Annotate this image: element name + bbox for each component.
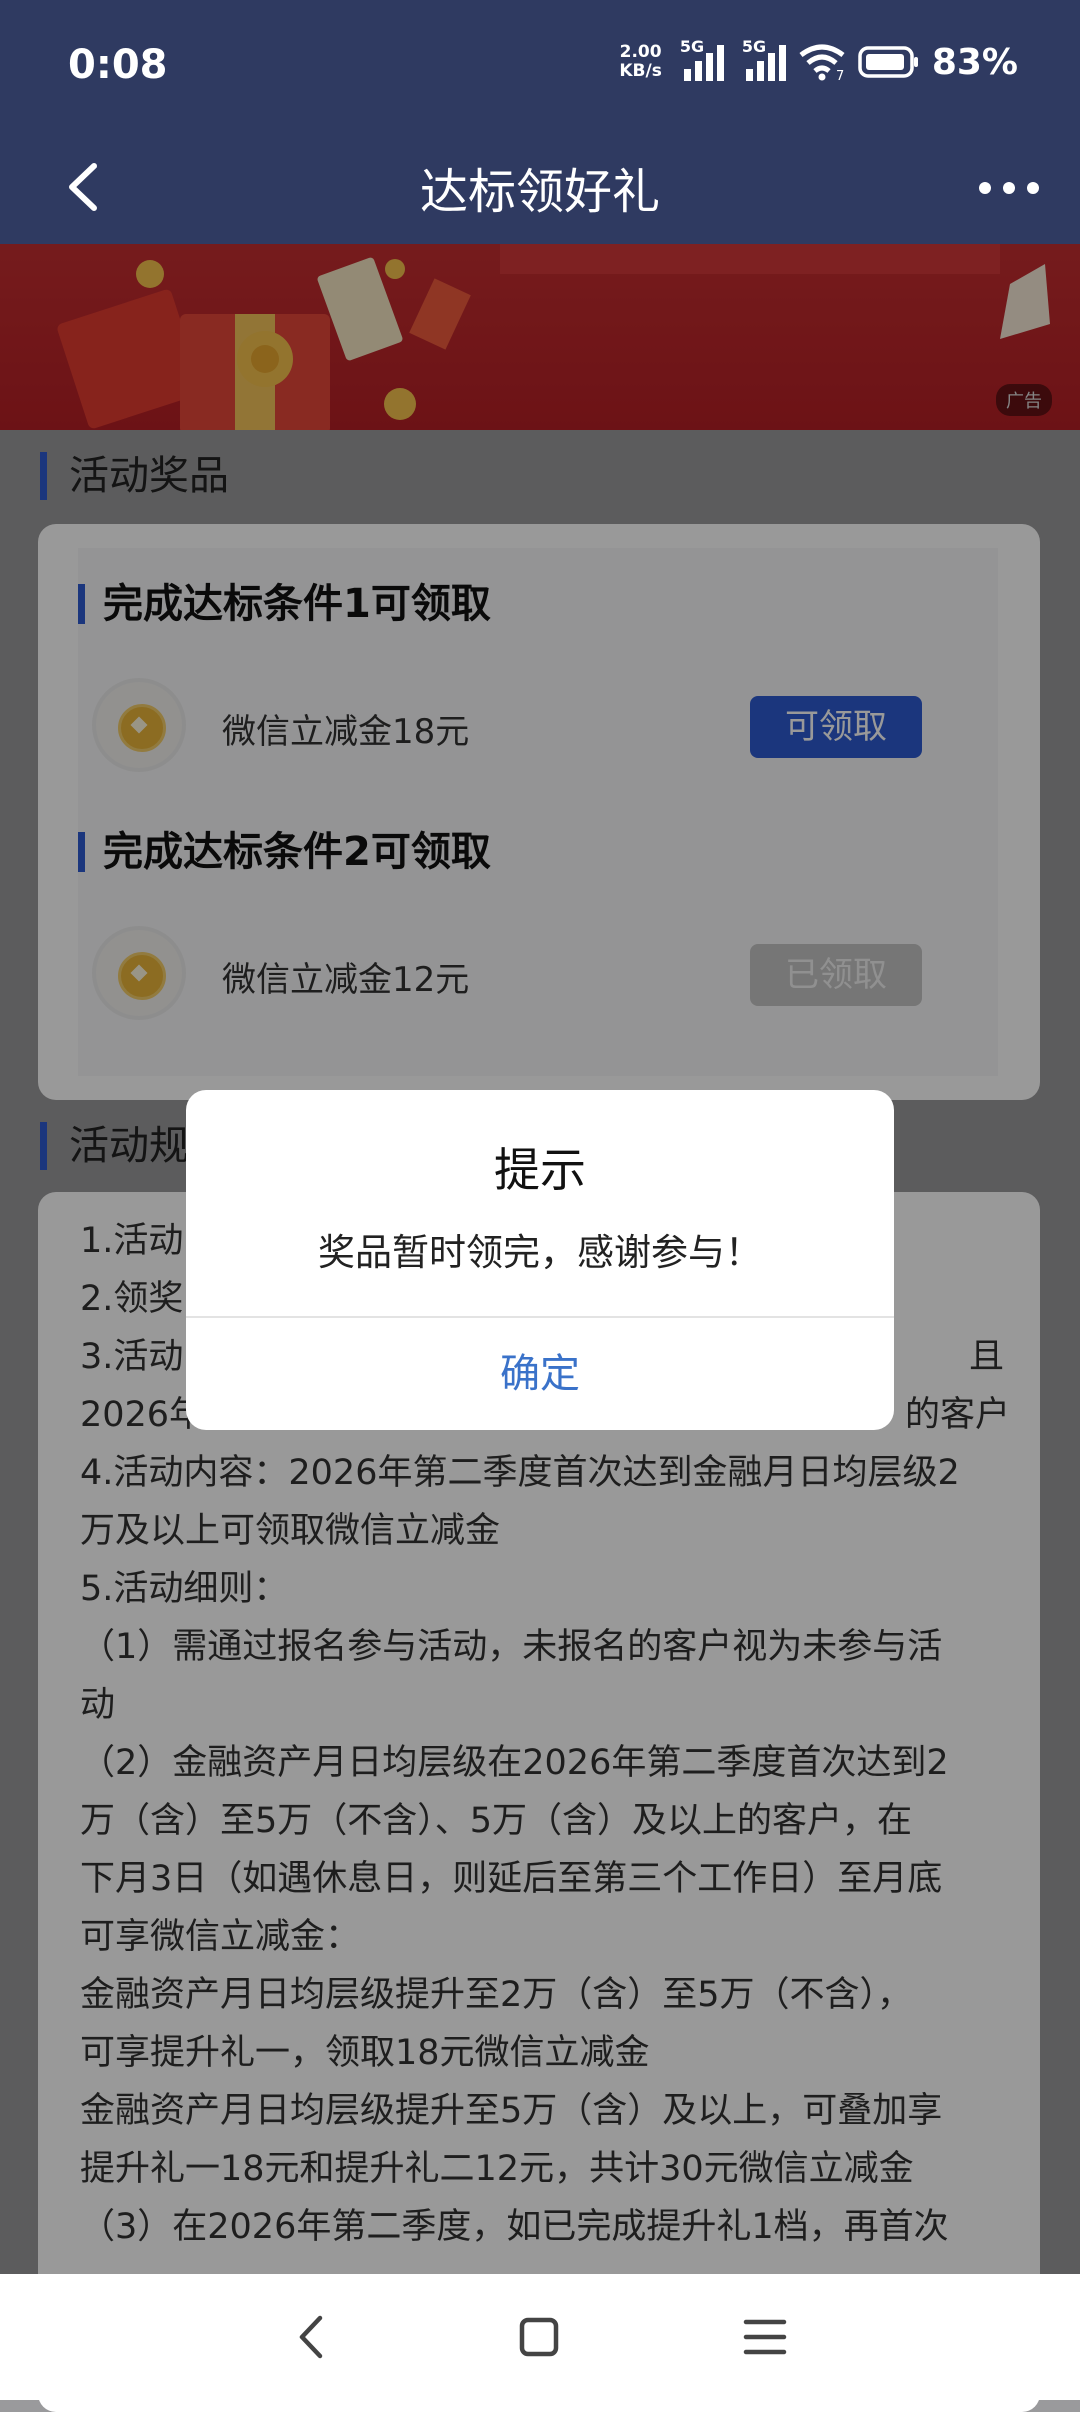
- svg-text:7: 7: [836, 69, 844, 81]
- page-title: 达标领好礼: [419, 164, 660, 220]
- menu-icon[interactable]: [740, 2312, 790, 2362]
- status-icons: 2.00 KB/s 5G 5G 7 83%: [619, 37, 1018, 86]
- status-time: 0:08: [68, 42, 168, 88]
- wifi-icon: 7: [799, 44, 845, 81]
- more-dots-icon[interactable]: [976, 162, 1042, 214]
- battery-icon: [858, 46, 918, 78]
- status-bar: 0:08 2.00 KB/s 5G 5G 7 83%: [0, 0, 1080, 132]
- nav-bar: 达标领好礼: [0, 132, 1080, 244]
- battery-percent: 83%: [931, 41, 1018, 83]
- system-nav-bar: [0, 2274, 1080, 2400]
- cell-signal-icon: 5G: [742, 37, 786, 81]
- back-icon[interactable]: [288, 2312, 338, 2362]
- network-speed: 2.00 KB/s: [619, 42, 662, 81]
- alert-dialog: 提示 奖品暂时领完，感谢参与！ 确定: [186, 1090, 894, 1430]
- confirm-button[interactable]: 确定: [186, 1318, 894, 1430]
- dialog-message: 奖品暂时领完，感谢参与！: [318, 1231, 762, 1274]
- dialog-title: 提示: [494, 1143, 586, 1197]
- home-icon[interactable]: [514, 2312, 564, 2362]
- cell-signal-icon: 5G: [680, 37, 724, 81]
